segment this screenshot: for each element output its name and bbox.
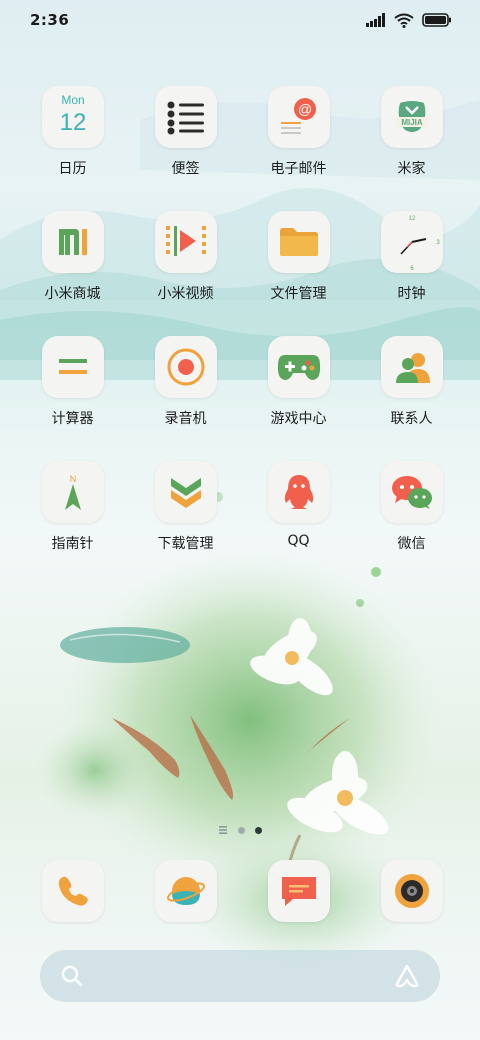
app-calendar[interactable]: Mon 12 日历: [16, 86, 129, 189]
app-label: 日历: [58, 161, 87, 177]
dock-browser[interactable]: [129, 860, 242, 922]
recorder-icon[interactable]: [154, 336, 217, 398]
app-compass[interactable]: N 指南针: [16, 461, 129, 564]
browser-glyph: [166, 877, 205, 905]
app-calculator[interactable]: 计算器: [16, 336, 129, 439]
app-mi-store[interactable]: 小米商城: [16, 211, 129, 314]
mijia-text: MIJIA: [401, 118, 423, 127]
qq-glyph: [284, 475, 313, 509]
dock-messages[interactable]: [242, 860, 355, 922]
email-glyph: @: [280, 98, 316, 134]
recorder-glyph: [167, 348, 204, 386]
battery-icon: [422, 13, 451, 27]
calculator-glyph: [58, 359, 87, 374]
clock-number-6: 6: [410, 266, 414, 272]
dock-camera[interactable]: [355, 860, 468, 922]
status-icons: [366, 13, 452, 28]
app-qq[interactable]: QQ: [242, 461, 355, 564]
gamepad-icon[interactable]: [267, 336, 330, 398]
dock: [0, 860, 480, 922]
app-label: 时钟: [397, 286, 426, 302]
qq-icon[interactable]: [267, 461, 330, 523]
clock-number-12: 12: [408, 216, 415, 222]
camera-icon[interactable]: [380, 860, 443, 922]
mi-store-glyph: [58, 229, 87, 255]
app-mijia[interactable]: MIJIA 米家: [355, 86, 468, 189]
contacts-icon[interactable]: [380, 336, 443, 398]
compass-letter: N: [69, 474, 76, 484]
search-bar[interactable]: [40, 950, 440, 1002]
app-label: 录音机: [164, 411, 207, 427]
video-icon[interactable]: [154, 211, 217, 273]
mijia-glyph: MIJIA: [395, 101, 428, 132]
compass-glyph: N: [64, 474, 81, 510]
dock-phone[interactable]: [16, 860, 129, 922]
app-label: QQ: [287, 533, 310, 549]
assistant-icon[interactable]: [394, 964, 420, 988]
page-dot-active[interactable]: [255, 826, 262, 834]
messages-glyph: [281, 877, 316, 906]
app-label: 下载管理: [157, 536, 214, 552]
email-icon[interactable]: @: [267, 86, 330, 148]
app-label: 计算器: [51, 411, 94, 427]
app-email[interactable]: @ 电子邮件: [242, 86, 355, 189]
contacts-glyph: [395, 353, 430, 383]
app-contacts[interactable]: 联系人: [355, 336, 468, 439]
wifi-icon: [394, 13, 414, 28]
calendar-day: Mon: [61, 93, 84, 107]
svg-text:@: @: [297, 101, 311, 117]
camera-glyph: [394, 874, 429, 908]
app-label: 小米商城: [44, 286, 101, 302]
download-icon[interactable]: [154, 461, 217, 523]
compass-icon[interactable]: N: [41, 461, 104, 523]
video-glyph: [165, 226, 206, 256]
app-video[interactable]: 小米视频: [129, 211, 242, 314]
app-label: 便签: [171, 161, 200, 177]
gamepad-glyph: [277, 355, 320, 380]
clock-glyph: 12 3 6: [399, 216, 440, 272]
status-time: 2:36: [30, 11, 70, 29]
notes-glyph: [167, 101, 204, 135]
app-label: 微信: [397, 536, 426, 552]
app-notes[interactable]: 便签: [129, 86, 242, 189]
app-wechat[interactable]: 微信: [355, 461, 468, 564]
calendar-date: 12: [59, 109, 86, 136]
calendar-icon[interactable]: Mon 12: [41, 86, 104, 148]
messages-icon[interactable]: [267, 860, 330, 922]
signal-icon: [366, 13, 385, 27]
wechat-icon[interactable]: [380, 461, 443, 523]
clock-icon[interactable]: 12 3 6: [380, 211, 443, 273]
mijia-icon[interactable]: MIJIA: [380, 86, 443, 148]
wechat-glyph: [391, 476, 432, 509]
app-clock[interactable]: 12 3 6 时钟: [355, 211, 468, 314]
app-downloads[interactable]: 下载管理: [129, 461, 242, 564]
app-label: 小米视频: [157, 286, 214, 302]
status-bar: 2:36: [0, 0, 480, 40]
folder-glyph: [279, 228, 318, 256]
page-dot[interactable]: [238, 826, 245, 834]
app-label: 电子邮件: [270, 161, 327, 177]
search-icon[interactable]: [60, 964, 84, 988]
calculator-icon[interactable]: [41, 336, 104, 398]
folder-icon[interactable]: [267, 211, 330, 273]
app-label: 文件管理: [270, 286, 327, 302]
browser-icon[interactable]: [154, 860, 217, 922]
calendar-glyph: Mon 12: [59, 93, 86, 136]
app-recorder[interactable]: 录音机: [129, 336, 242, 439]
app-label: 联系人: [390, 411, 433, 427]
mi-store-icon[interactable]: [41, 211, 104, 273]
app-label: 米家: [397, 161, 426, 177]
page-indicator-list-icon[interactable]: [218, 825, 228, 835]
app-files[interactable]: 文件管理: [242, 211, 355, 314]
clock-number-3: 3: [436, 240, 440, 246]
page-indicator[interactable]: [0, 825, 480, 835]
app-label: 指南针: [51, 536, 94, 552]
phone-glyph: [58, 876, 88, 906]
app-grid: Mon 12 日历 便签 @ 电子邮件 MIJIA 米家 小米商城 小米视频 文…: [0, 86, 480, 564]
notes-icon[interactable]: [154, 86, 217, 148]
phone-icon[interactable]: [41, 860, 104, 922]
download-glyph: [170, 478, 201, 508]
app-label: 游戏中心: [270, 411, 327, 427]
app-game-center[interactable]: 游戏中心: [242, 336, 355, 439]
